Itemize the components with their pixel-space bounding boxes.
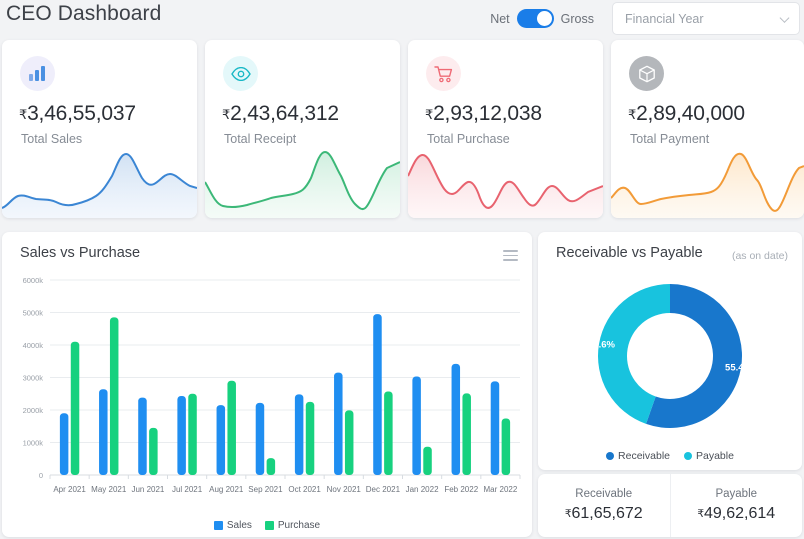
shopping-cart-icon xyxy=(426,56,461,91)
svg-text:Dec 2021: Dec 2021 xyxy=(366,485,401,494)
svg-text:Mar 2022: Mar 2022 xyxy=(484,485,518,494)
sales-vs-purchase-chart: 0 1000k 2000k 3000k 4000k 5000k 6000k Apr 2021 M… xyxy=(23,276,521,494)
dashboard-header: CEO Dashboard Net Gross Financial Year xyxy=(0,0,804,40)
kpi-amount: 2,89,40,000 xyxy=(636,102,745,125)
sparkline-total-receipt xyxy=(205,150,400,218)
receivable-payable-totals: Receivable ₹61,65,672 Payable ₹49,62,614 xyxy=(538,474,802,537)
kpi-value-total-receipt: ₹2,43,64,312 xyxy=(222,102,339,126)
total-amount: 49,62,614 xyxy=(704,505,776,522)
total-cell-receivable: Receivable ₹61,65,672 xyxy=(538,474,670,537)
svg-text:Apr 2021: Apr 2021 xyxy=(53,485,86,494)
kpi-amount: 2,43,64,312 xyxy=(230,102,339,125)
kpi-label-total-purchase: Total Purchase xyxy=(427,132,510,146)
total-caption-receivable: Receivable xyxy=(575,488,633,500)
sparkline-total-sales xyxy=(2,152,197,218)
svg-text:Sep 2021: Sep 2021 xyxy=(248,485,283,494)
sales-vs-purchase-panel: Sales vs Purchase 0 1000k 2000k 3000k 4000k 5… xyxy=(2,232,532,537)
page-title: CEO Dashboard xyxy=(6,2,162,25)
kpi-card-total-payment[interactable]: ₹2,89,40,000 Total Payment xyxy=(611,40,804,218)
legend-label-purchase: Purchase xyxy=(277,520,321,531)
legend-item-purchase[interactable]: Purchase xyxy=(264,520,321,531)
svg-text:2000k: 2000k xyxy=(23,406,44,415)
svg-text:Nov 2021: Nov 2021 xyxy=(327,485,362,494)
sparkline-total-purchase xyxy=(408,154,603,218)
kpi-card-total-purchase[interactable]: ₹2,93,12,038 Total Purchase xyxy=(408,40,603,218)
eye-icon xyxy=(223,56,258,91)
svg-text:Jan 2022: Jan 2022 xyxy=(406,485,439,494)
legend-swatch-purchase xyxy=(264,521,274,530)
kpi-label-total-payment: Total Payment xyxy=(630,132,710,146)
kpi-card-total-sales[interactable]: ₹3,46,55,037 Total Sales xyxy=(2,40,197,218)
header-controls: Net Gross Financial Year xyxy=(490,2,800,35)
total-caption-payable: Payable xyxy=(715,488,758,500)
legend-swatch-payable xyxy=(684,452,692,460)
kpi-amount: 2,93,12,038 xyxy=(433,102,542,125)
kpi-value-total-purchase: ₹2,93,12,038 xyxy=(425,102,542,126)
receivable-vs-payable-title: Receivable vs Payable xyxy=(556,245,703,261)
svg-text:3000k: 3000k xyxy=(23,374,44,383)
package-box-icon xyxy=(629,56,664,91)
legend-item-receivable[interactable]: Receivable xyxy=(606,450,670,462)
toggle-label-gross: Gross xyxy=(560,11,594,26)
kpi-label-total-sales: Total Sales xyxy=(21,132,83,146)
currency-symbol: ₹ xyxy=(564,508,572,520)
financial-year-select-value: Financial Year xyxy=(625,11,704,26)
net-gross-toggle[interactable] xyxy=(516,9,554,28)
kpi-card-total-receipt[interactable]: ₹2,43,64,312 Total Receipt xyxy=(205,40,400,218)
total-cell-payable: Payable ₹49,62,614 xyxy=(669,474,803,537)
kpi-value-total-payment: ₹2,89,40,000 xyxy=(628,102,745,126)
legend-label-payable: Payable xyxy=(696,450,734,462)
svg-text:May 2021: May 2021 xyxy=(91,485,127,494)
legend-swatch-sales xyxy=(213,521,223,530)
currency-symbol: ₹ xyxy=(222,107,231,122)
currency-symbol: ₹ xyxy=(628,107,637,122)
kpi-card-row: ₹3,46,55,037 Total Sales ₹2,43,64,312 To… xyxy=(0,40,804,220)
kpi-label-total-receipt: Total Receipt xyxy=(224,132,297,146)
svg-text:44.6%: 44.6% xyxy=(588,339,615,350)
svg-text:Jul 2021: Jul 2021 xyxy=(172,485,203,494)
svg-text:Oct 2021: Oct 2021 xyxy=(288,485,321,494)
svg-text:Aug 2021: Aug 2021 xyxy=(209,485,244,494)
svg-text:5000k: 5000k xyxy=(23,309,44,318)
chevron-down-icon xyxy=(779,12,790,23)
bar-chart-icon xyxy=(20,56,55,91)
svg-text:0: 0 xyxy=(39,471,43,480)
sales-vs-purchase-title: Sales vs Purchase xyxy=(20,245,141,261)
total-value-receivable: ₹61,65,672 xyxy=(565,505,643,523)
receivable-vs-payable-donut: 55.4% 44.6% xyxy=(588,284,753,428)
legend-item-payable[interactable]: Payable xyxy=(684,450,734,462)
donut-legend: Receivable Payable xyxy=(538,450,802,462)
kpi-value-total-sales: ₹3,46,55,037 xyxy=(19,102,136,126)
total-value-payable: ₹49,62,614 xyxy=(697,505,775,523)
currency-symbol: ₹ xyxy=(425,107,434,122)
bar-chart-legend: Sales Purchase xyxy=(2,520,532,531)
sparkline-total-payment xyxy=(611,152,804,218)
currency-symbol: ₹ xyxy=(19,107,28,122)
legend-label-receivable: Receivable xyxy=(618,450,670,462)
svg-text:Jun 2021: Jun 2021 xyxy=(131,485,164,494)
legend-item-sales[interactable]: Sales xyxy=(213,520,252,531)
receivable-vs-payable-panel: Receivable vs Payable (as on date) 55.4%… xyxy=(538,232,802,470)
svg-text:4000k: 4000k xyxy=(23,341,44,350)
net-gross-toggle-group[interactable]: Net Gross xyxy=(490,9,594,28)
kpi-amount: 3,46,55,037 xyxy=(27,102,136,125)
legend-swatch-receivable xyxy=(606,452,615,460)
currency-symbol: ₹ xyxy=(697,508,704,520)
legend-label-sales: Sales xyxy=(226,520,252,531)
toggle-label-net: Net xyxy=(490,11,510,26)
total-amount: 61,65,672 xyxy=(571,505,643,522)
svg-text:Feb 2022: Feb 2022 xyxy=(444,485,478,494)
svg-text:1000k: 1000k xyxy=(23,439,44,448)
svg-text:6000k: 6000k xyxy=(23,276,44,285)
svg-text:55.4%: 55.4% xyxy=(725,363,752,374)
financial-year-select[interactable]: Financial Year xyxy=(612,2,800,35)
hamburger-menu-icon[interactable] xyxy=(503,250,518,261)
toggle-knob xyxy=(536,11,552,26)
as-on-date-note: (as on date) xyxy=(731,250,788,262)
